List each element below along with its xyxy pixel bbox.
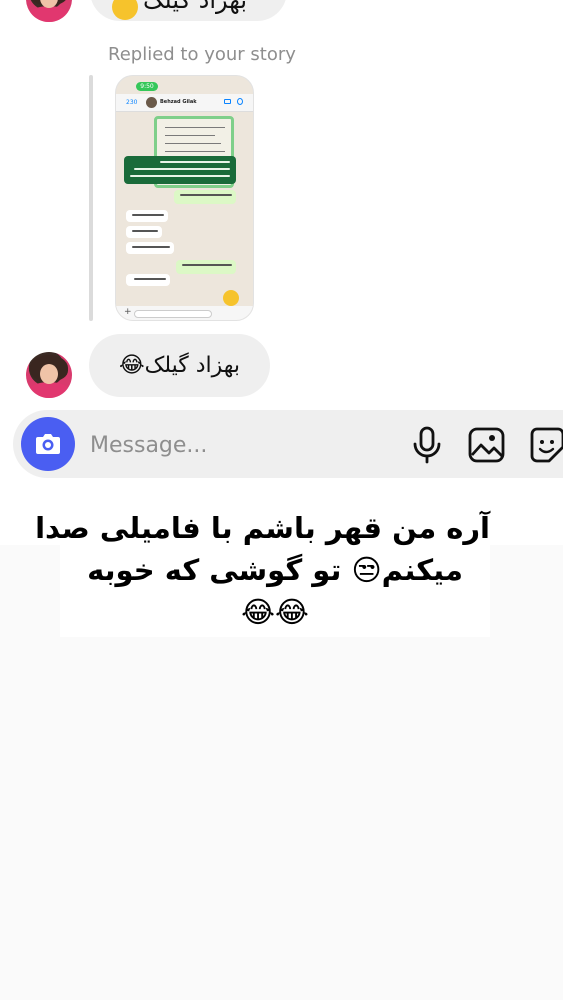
phone-icon [237, 98, 243, 105]
reply-indicator-bar [89, 75, 93, 321]
replied-to-story-label: Replied to your story [108, 44, 296, 65]
caption-overlay: آره من قهر باشم با فامیلی صدا میکنم😒 تو … [35, 497, 490, 637]
story-chat-header: 230 Behzad Gilak [116, 94, 253, 112]
story-received-message-3 [126, 242, 174, 254]
caption-line-2: میکنم😒 تو گوشی که خوبه [87, 553, 463, 587]
caption-line-1: آره من قهر باشم با فامیلی صدا [35, 511, 490, 545]
camera-icon [36, 434, 60, 454]
story-thumbnail[interactable]: 9:50 230 Behzad Gilak + [115, 75, 254, 321]
chat-thread: بهزاد گیلک Replied to your story 9:50 23… [0, 0, 563, 545]
story-status-time: 9:50 [136, 82, 158, 91]
story-contact-name: Behzad Gilak [160, 99, 197, 105]
sender-avatar-top[interactable] [26, 0, 72, 22]
story-sticker-icon [223, 290, 239, 306]
story-highlighted-message [124, 156, 236, 184]
story-back-count: 230 [126, 99, 138, 106]
story-plus-icon: + [124, 307, 132, 317]
message-bubble[interactable]: بهزاد گیلک😂 [89, 334, 270, 397]
message-input[interactable] [90, 425, 390, 465]
story-sent-message-2 [176, 260, 236, 274]
story-received-message-2 [126, 226, 162, 238]
story-sent-message-1 [174, 190, 236, 204]
sender-avatar[interactable] [26, 352, 72, 398]
camera-button[interactable] [21, 417, 75, 471]
story-contact-avatar [146, 97, 157, 108]
sticker-icon[interactable] [528, 425, 563, 465]
microphone-icon[interactable] [410, 425, 444, 465]
caption-line-3: 😂😂 [241, 595, 309, 629]
message-text: بهزاد گیلک😂 [118, 353, 241, 378]
message-bubble-top[interactable]: بهزاد گیلک [90, 0, 287, 21]
story-input-bar: + [116, 306, 253, 320]
image-icon[interactable] [468, 425, 506, 465]
laughing-emoji-icon [112, 0, 138, 20]
story-received-message-4 [126, 274, 170, 286]
message-text-top: بهزاد گیلک [142, 0, 247, 14]
video-call-icon [224, 99, 231, 104]
story-received-message-1 [126, 210, 168, 222]
